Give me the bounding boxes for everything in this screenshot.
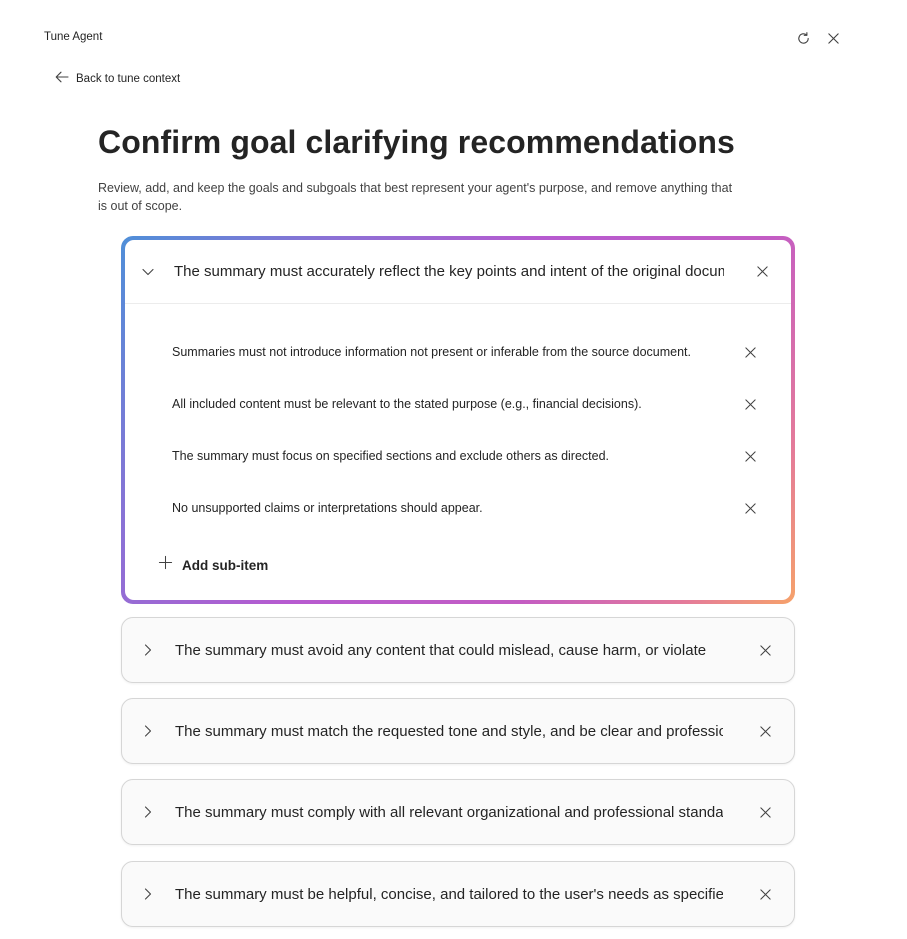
goal-text: The summary must match the requested ton… bbox=[175, 722, 723, 740]
arrow-left-icon bbox=[55, 71, 69, 86]
back-link-label: Back to tune context bbox=[76, 72, 181, 85]
chevron-right-icon[interactable] bbox=[141, 724, 155, 738]
subgoal-item: The summary must focus on specified sect… bbox=[125, 430, 791, 482]
chevron-down-icon[interactable] bbox=[141, 265, 155, 279]
goal-card[interactable]: The summary must avoid any content that … bbox=[121, 617, 795, 683]
subgoal-text: All included content must be relevant to… bbox=[172, 397, 642, 411]
close-icon[interactable] bbox=[825, 30, 841, 46]
goal-header[interactable]: The summary must accurately reflect the … bbox=[125, 240, 791, 304]
goals-list: The summary must accurately reflect the … bbox=[121, 236, 795, 927]
remove-goal-icon[interactable] bbox=[755, 265, 769, 279]
subgoal-text: Summaries must not introduce information… bbox=[172, 345, 692, 359]
remove-goal-icon[interactable] bbox=[758, 643, 772, 657]
remove-subgoal-icon[interactable] bbox=[743, 397, 757, 411]
remove-subgoal-icon[interactable] bbox=[743, 501, 757, 515]
goal-card[interactable]: The summary must comply with all relevan… bbox=[121, 779, 795, 845]
subgoal-item: All included content must be relevant to… bbox=[125, 378, 791, 430]
goal-card[interactable]: The summary must match the requested ton… bbox=[121, 698, 795, 764]
back-link[interactable]: Back to tune context bbox=[55, 71, 180, 86]
app-title: Tune Agent bbox=[44, 31, 103, 43]
remove-subgoal-icon[interactable] bbox=[743, 449, 757, 463]
remove-goal-icon[interactable] bbox=[758, 805, 772, 819]
add-subitem-label: Add sub-item bbox=[182, 557, 269, 573]
plus-icon bbox=[158, 555, 173, 575]
remove-goal-icon[interactable] bbox=[758, 887, 772, 901]
subgoal-list: Summaries must not introduce information… bbox=[125, 304, 791, 534]
chevron-right-icon[interactable] bbox=[141, 805, 155, 819]
goal-text: The summary must be helpful, concise, an… bbox=[175, 885, 723, 903]
page-title: Confirm goal clarifying recommendations bbox=[98, 124, 735, 160]
subgoal-item: No unsupported claims or interpretations… bbox=[125, 482, 791, 534]
window-actions bbox=[795, 30, 841, 46]
chevron-right-icon[interactable] bbox=[141, 643, 155, 657]
remove-goal-icon[interactable] bbox=[758, 724, 772, 738]
goal-card[interactable]: The summary must be helpful, concise, an… bbox=[121, 861, 795, 927]
subgoal-text: No unsupported claims or interpretations… bbox=[172, 501, 483, 515]
chevron-right-icon[interactable] bbox=[141, 887, 155, 901]
remove-subgoal-icon[interactable] bbox=[743, 345, 757, 359]
goal-text: The summary must accurately reflect the … bbox=[174, 263, 724, 280]
subgoal-text: The summary must focus on specified sect… bbox=[172, 449, 610, 463]
goal-text: The summary must avoid any content that … bbox=[175, 641, 707, 659]
goal-text: The summary must comply with all relevan… bbox=[175, 803, 723, 821]
subgoal-item: Summaries must not introduce information… bbox=[125, 326, 791, 378]
add-subitem-button[interactable]: Add sub-item bbox=[158, 555, 268, 575]
page-description: Review, add, and keep the goals and subg… bbox=[98, 181, 733, 213]
goal-card-expanded: The summary must accurately reflect the … bbox=[121, 236, 795, 604]
refresh-icon[interactable] bbox=[795, 30, 811, 46]
